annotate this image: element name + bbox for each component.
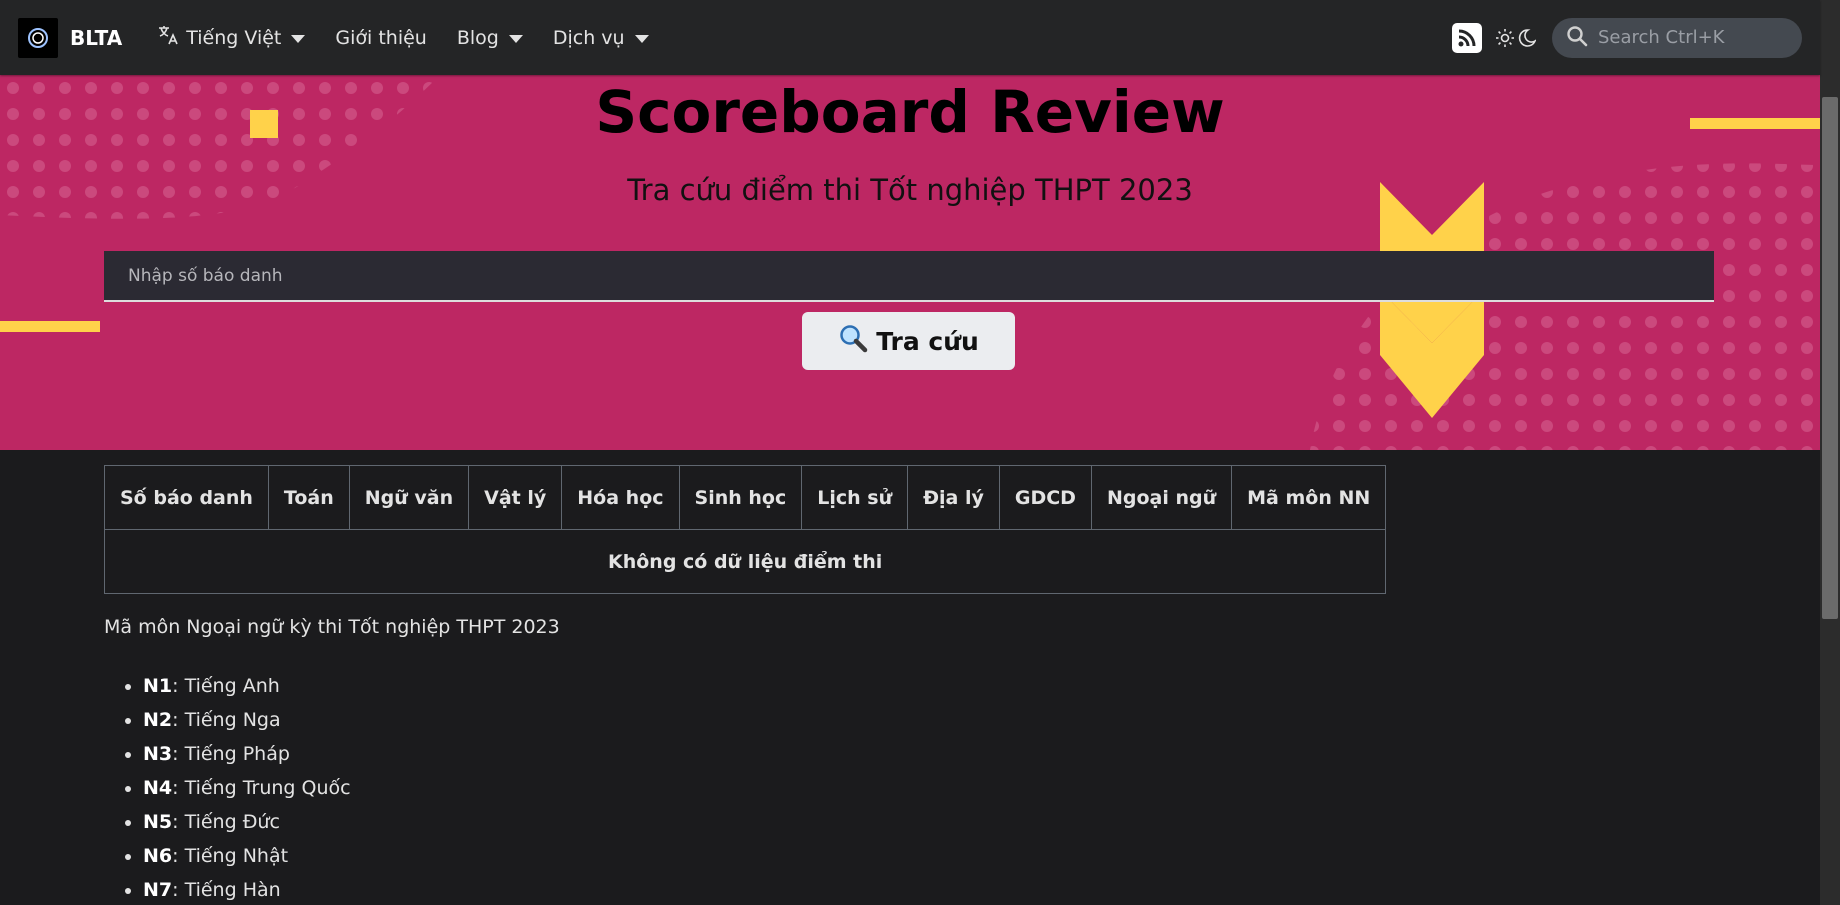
table-header-row: Số báo danh Toán Ngữ văn Vật lý Hóa học … <box>104 465 1387 530</box>
search-input[interactable] <box>1598 27 1778 48</box>
column-header: Vật lý <box>468 465 563 530</box>
foreign-language-codes-intro: Mã môn Ngoại ngữ kỳ thi Tốt nghiệp THPT … <box>104 616 560 638</box>
nav-dropdown-blog[interactable]: Blog <box>457 27 523 49</box>
nav-dropdown-services[interactable]: Dịch vụ <box>553 27 649 49</box>
page-title: Scoreboard Review <box>595 78 1225 146</box>
brand-name: BLTA <box>70 25 123 50</box>
language-code: N1 <box>143 675 173 697</box>
column-header: Ngoại ngữ <box>1090 465 1233 530</box>
language-code: N4 <box>143 777 173 799</box>
rss-icon[interactable] <box>1452 22 1482 53</box>
column-header: Hóa học <box>561 465 680 530</box>
magnifier-icon <box>838 323 868 359</box>
site-logo <box>18 17 58 58</box>
column-header: GDCD <box>998 465 1092 530</box>
theme-toggle-icon[interactable] <box>1496 27 1536 49</box>
top-navbar: BLTA Tiếng Việt Giới thiệu Blog Dịch vụ <box>0 0 1820 75</box>
list-item: N6: Tiếng Nhật <box>143 841 351 875</box>
column-header: Ngữ văn <box>348 465 470 530</box>
list-item: N7: Tiếng Hàn <box>143 875 351 905</box>
list-item: N3: Tiếng Pháp <box>143 739 351 773</box>
language-dropdown[interactable]: Tiếng Việt <box>156 23 306 52</box>
column-header: Địa lý <box>907 465 1000 530</box>
search-icon <box>1566 25 1588 51</box>
hero-banner: Scoreboard Review Tra cứu điểm thi Tốt n… <box>0 75 1820 450</box>
page-subtitle: Tra cứu điểm thi Tốt nghiệp THPT 2023 <box>627 173 1193 207</box>
language-code: N3 <box>143 743 173 765</box>
language-name: : Tiếng Đức <box>172 811 280 833</box>
translate-icon <box>156 23 180 52</box>
language-name: : Tiếng Anh <box>172 675 280 697</box>
language-code: N2 <box>143 709 173 731</box>
nav-link-about-label: Giới thiệu <box>335 26 427 49</box>
language-code: N6 <box>143 845 173 867</box>
page-scrollbar[interactable] <box>1820 0 1840 905</box>
score-table: Số báo danh Toán Ngữ văn Vật lý Hóa học … <box>103 465 1387 594</box>
language-name: : Tiếng Hàn <box>172 879 281 901</box>
nav-link-about[interactable]: Giới thiệu <box>335 27 426 49</box>
navbar-right <box>1452 17 1802 58</box>
list-item: N2: Tiếng Nga <box>143 705 351 739</box>
foreign-language-code-list: N1: Tiếng Anh N2: Tiếng Nga N3: Tiếng Ph… <box>143 671 351 905</box>
column-header: Mã môn NN <box>1231 465 1387 530</box>
language-label: Tiếng Việt <box>186 26 282 49</box>
column-header: Sinh học <box>678 465 803 530</box>
list-item: N1: Tiếng Anh <box>143 671 351 705</box>
lookup-button[interactable]: Tra cứu <box>802 312 1015 370</box>
empty-table-message: Không có dữ liệu điểm thi <box>103 529 1387 594</box>
nav-dropdown-services-label: Dịch vụ <box>552 26 625 49</box>
chevron-down-icon <box>508 34 523 43</box>
nav-dropdown-blog-label: Blog <box>456 26 499 49</box>
registration-number-input[interactable] <box>104 251 1714 302</box>
language-name: : Tiếng Pháp <box>172 743 290 765</box>
search-box[interactable] <box>1552 17 1802 58</box>
column-header: Toán <box>267 465 350 530</box>
list-item: N4: Tiếng Trung Quốc <box>143 773 351 807</box>
chevron-down-icon <box>634 34 649 43</box>
language-code: N7 <box>143 879 173 901</box>
language-name: : Tiếng Trung Quốc <box>172 777 351 799</box>
scrollbar-thumb[interactable] <box>1822 97 1838 619</box>
list-item: N5: Tiếng Đức <box>143 807 351 841</box>
column-header: Lịch sử <box>801 465 909 530</box>
language-code: N5 <box>143 811 173 833</box>
chevron-down-icon <box>291 34 306 43</box>
brand-link[interactable]: BLTA <box>18 17 123 58</box>
column-header: Số báo danh <box>104 465 269 530</box>
language-name: : Tiếng Nhật <box>172 845 289 867</box>
language-name: : Tiếng Nga <box>172 709 281 731</box>
lookup-button-label: Tra cứu <box>876 326 979 356</box>
table-row: Không có dữ liệu điểm thi <box>103 529 1387 594</box>
